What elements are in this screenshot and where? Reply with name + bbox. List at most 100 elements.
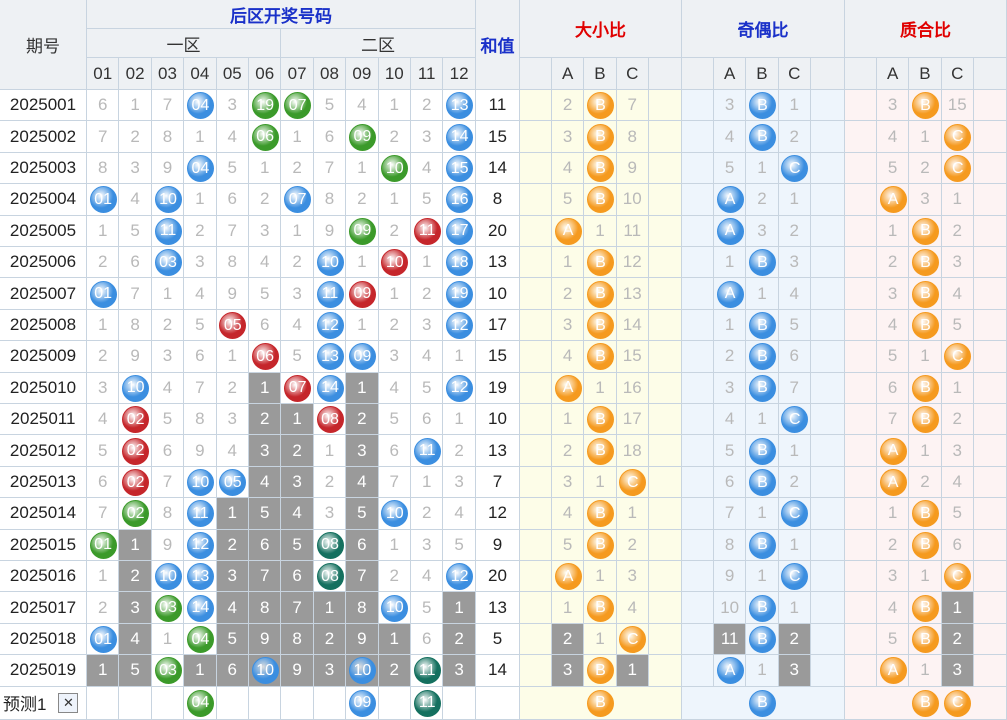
- predicted-ratio-ball: B: [748, 689, 776, 717]
- ratio-miss-cell: 16: [616, 372, 649, 404]
- ratio-miss-cell: 4: [941, 466, 974, 499]
- ratio-spacer: [520, 184, 552, 216]
- ratio-miss-cell: 4: [714, 121, 747, 153]
- period-cell: 2025015: [0, 529, 87, 561]
- miss-count-cell: 6: [346, 529, 379, 561]
- miss-count-cell: 7: [151, 466, 185, 499]
- ratio-spacer: [973, 404, 1007, 436]
- miss-count-cell: 2: [411, 278, 444, 310]
- prime-composite-ratio-header: 质合比: [845, 0, 1007, 58]
- ratio-spacer: [973, 655, 1007, 687]
- miss-count-cell: 6: [313, 121, 347, 153]
- ratio-miss-cell: 3: [941, 247, 974, 279]
- drawn-number-ball: 10: [154, 563, 182, 591]
- miss-count-cell: 9: [151, 529, 185, 561]
- ratio-spacer: [810, 90, 845, 122]
- close-icon[interactable]: ✕: [58, 692, 79, 713]
- drawn-number-ball: 06: [251, 343, 279, 371]
- abc-header: C: [616, 58, 649, 90]
- period-cell: 2025007: [0, 278, 87, 310]
- number-header: 02: [119, 58, 152, 90]
- ratio-letter-ball: B: [748, 469, 776, 496]
- drawn-number-ball: 02: [122, 437, 150, 465]
- period-cell: 2025013: [0, 466, 87, 499]
- miss-count-cell: 5: [411, 592, 444, 624]
- miss-count-cell: 7: [249, 561, 282, 593]
- miss-count-cell: 3: [87, 372, 120, 404]
- drawn-number-ball: 03: [154, 657, 182, 685]
- miss-count-cell: 4: [151, 372, 185, 404]
- ratio-letter-ball: B: [748, 594, 776, 622]
- miss-count-cell: 2: [443, 623, 476, 656]
- ratio-spacer: [648, 404, 682, 436]
- period-cell: 2025002: [0, 121, 87, 153]
- ratio-letter-ball: B: [586, 123, 614, 151]
- number-header: 12: [443, 58, 476, 90]
- miss-count-cell: 1: [249, 152, 282, 185]
- drawn-number-ball: 12: [186, 531, 214, 559]
- ratio-spacer: [520, 372, 552, 404]
- miss-count-cell: 2: [313, 466, 347, 499]
- ratio-spacer: [648, 309, 682, 342]
- miss-count-cell: 3: [313, 498, 347, 530]
- predict-cell: [378, 686, 411, 720]
- predicted-ratio-ball: B: [586, 689, 614, 717]
- ratio-spacer: [810, 215, 845, 247]
- predict-cell: [443, 686, 476, 720]
- ratio-spacer: [682, 372, 714, 404]
- number-header: 01: [87, 58, 120, 90]
- number-header: 10: [378, 58, 411, 90]
- predict-cell: [249, 686, 282, 720]
- ratio-spacer: [648, 372, 682, 404]
- drawn-number-ball: 14: [316, 374, 344, 402]
- ratio-spacer: [845, 623, 877, 656]
- period-cell: 2025012: [0, 435, 87, 467]
- ratio-spacer: [845, 341, 877, 373]
- miss-count-cell: 3: [443, 655, 476, 687]
- ratio-miss-cell: 2: [941, 215, 974, 247]
- miss-count-cell: 4: [119, 623, 152, 656]
- ratio-spacer: [845, 466, 877, 499]
- ratio-miss-cell: 4: [552, 341, 585, 373]
- miss-count-cell: 9: [216, 278, 249, 310]
- sum-cell: 13: [476, 247, 520, 279]
- predicted-ratio-ball: C: [944, 689, 972, 717]
- ratio-letter-ball: B: [911, 374, 939, 402]
- ratio-miss-cell: 3: [778, 655, 811, 687]
- ratio-miss-cell: 1: [616, 655, 649, 687]
- ratio-miss-cell: 15: [616, 341, 649, 373]
- drawn-number-ball: 11: [316, 280, 344, 308]
- miss-count-cell: 8: [281, 623, 314, 656]
- ratio-letter-ball: A: [554, 563, 582, 591]
- ratio-spacer: [845, 592, 877, 624]
- zone1-label: 一区: [87, 29, 281, 58]
- ratio-miss-cell: 1: [746, 655, 779, 687]
- ratio-miss-cell: 2: [778, 466, 811, 499]
- miss-count-cell: 4: [411, 561, 444, 593]
- miss-count-cell: 5: [249, 498, 282, 530]
- ratio-miss-cell: 3: [877, 561, 910, 593]
- rear-area-title: 后区开奖号码: [87, 0, 476, 29]
- ratio-miss-cell: 8: [714, 529, 747, 561]
- ratio-letter-ball: B: [748, 437, 776, 465]
- drawn-number-ball: 12: [446, 374, 474, 402]
- drawn-number-ball: 01: [89, 280, 117, 308]
- sum-cell: 14: [476, 152, 520, 185]
- miss-count-cell: 4: [411, 341, 444, 373]
- miss-count-cell: 3: [151, 341, 185, 373]
- ratio-letter-ball: B: [586, 155, 614, 182]
- ratio-miss-cell: 1: [941, 592, 974, 624]
- miss-count-cell: 2: [411, 90, 444, 122]
- ratio-spacer: [682, 247, 714, 279]
- ratio-miss-cell: 4: [877, 121, 910, 153]
- drawn-number-ball: 09: [348, 123, 376, 151]
- abc-header: B: [909, 58, 942, 90]
- number-header: 08: [313, 58, 347, 90]
- ratio-spacer: [810, 466, 845, 499]
- ratio-miss-cell: 13: [616, 278, 649, 310]
- ratio-miss-cell: 1: [778, 90, 811, 122]
- ratio-spacer: [973, 215, 1007, 247]
- ratio-miss-cell: 4: [616, 592, 649, 624]
- ratio-miss-cell: 3: [552, 655, 585, 687]
- miss-count-cell: 6: [281, 561, 314, 593]
